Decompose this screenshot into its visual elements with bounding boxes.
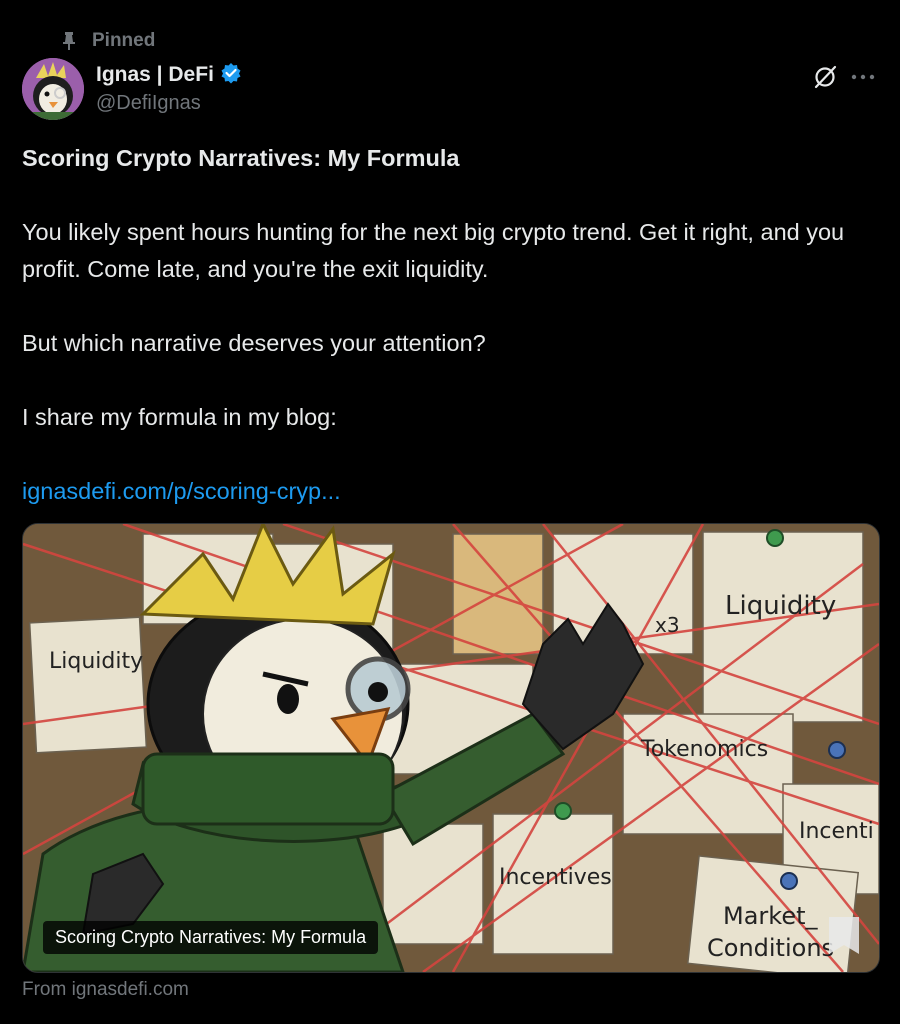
post-paragraph: You likely spent hours hunting for the n… xyxy=(22,219,845,282)
card-image: Liquidity Liquidity x3 Tokenomics Incent… xyxy=(23,524,879,972)
display-name[interactable]: Ignas | DeFi xyxy=(96,63,214,87)
blog-link[interactable]: ignasdefi.com/p/scoring-cryp... xyxy=(22,478,341,504)
author-block: Ignas | DeFi @DefiIgnas xyxy=(96,60,242,115)
avatar[interactable] xyxy=(22,58,84,120)
note-incenti: Incenti xyxy=(799,819,874,844)
card-source[interactable]: From ignasdefi.com xyxy=(22,979,189,1001)
pinned-indicator: Pinned xyxy=(60,28,155,54)
author-handle[interactable]: @DefiIgnas xyxy=(96,92,242,115)
pin-icon xyxy=(60,31,78,51)
post-body: Scoring Crypto Narratives: My Formula Yo… xyxy=(22,140,878,510)
note-tokenomics: Tokenomics xyxy=(640,737,768,762)
verified-badge-icon xyxy=(220,62,242,89)
pinned-label: Pinned xyxy=(92,30,156,51)
post-paragraph: I share my formula in my blog: xyxy=(22,404,337,430)
post-header: Ignas | DeFi @DefiIgnas xyxy=(22,58,878,122)
note-market: Market_ xyxy=(723,902,819,930)
more-icon xyxy=(851,74,875,80)
note-incentives: Incentives xyxy=(499,865,612,890)
note-conditions: Conditions xyxy=(707,934,834,962)
post-title: Scoring Crypto Narratives: My Formula xyxy=(22,145,460,171)
grok-button[interactable] xyxy=(812,64,838,90)
note-liquidity-left: Liquidity xyxy=(49,649,143,674)
link-preview-card[interactable]: Liquidity Liquidity x3 Tokenomics Incent… xyxy=(22,523,880,973)
card-caption: Scoring Crypto Narratives: My Formula xyxy=(43,921,379,954)
post-paragraph: But which narrative deserves your attent… xyxy=(22,330,486,356)
note-x3: x3 xyxy=(655,613,680,637)
grok-icon xyxy=(814,65,837,89)
note-liquidity-right: Liquidity xyxy=(725,591,836,621)
more-options-button[interactable] xyxy=(848,64,878,90)
